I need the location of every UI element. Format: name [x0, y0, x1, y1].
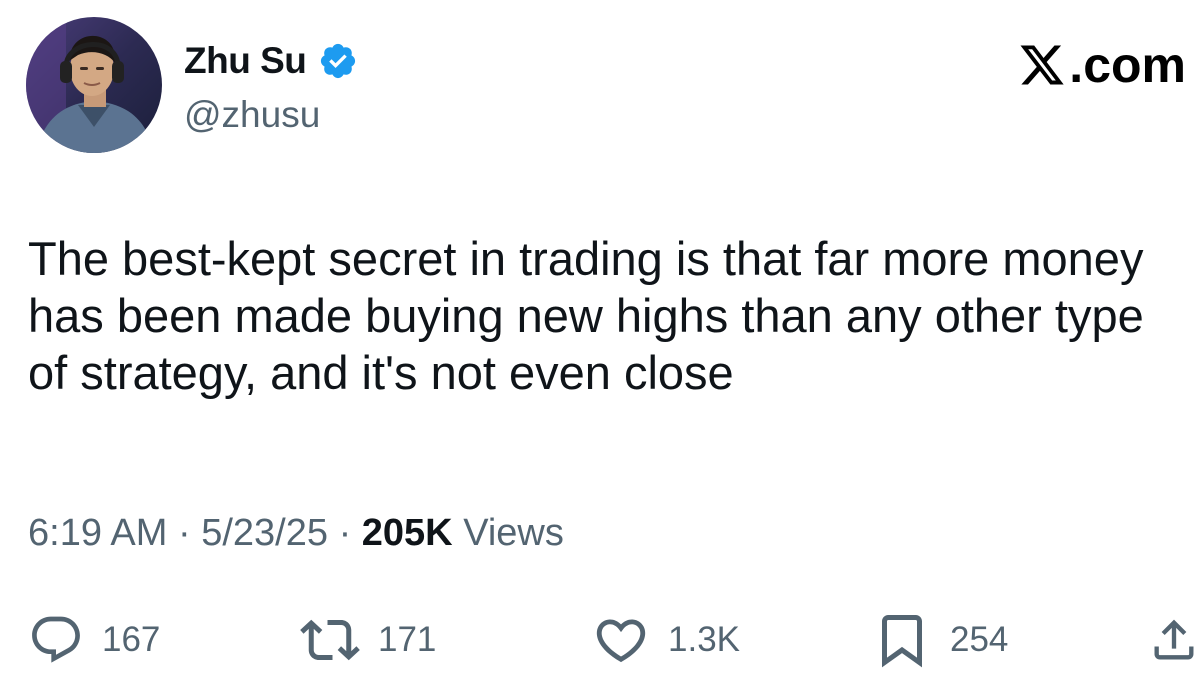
views-count: 205K — [361, 512, 453, 554]
heart-icon — [596, 619, 646, 663]
share-icon — [1154, 619, 1194, 660]
share-button[interactable] — [1148, 610, 1200, 670]
tweet-time[interactable]: 6:19 AM — [28, 512, 167, 554]
bookmark-icon — [882, 615, 922, 668]
brand-domain: .com — [1069, 37, 1186, 93]
reply-button[interactable]: 167 — [28, 610, 160, 670]
bookmark-button[interactable]: 254 — [872, 610, 1008, 670]
tweet-text: The best-kept secret in trading is that … — [28, 232, 1144, 399]
avatar[interactable] — [26, 17, 162, 153]
like-count: 1.3K — [668, 620, 740, 659]
author-name[interactable]: Zhu Su — [184, 40, 307, 82]
meta-separator: · — [177, 512, 202, 554]
author-name-row[interactable]: Zhu Su — [184, 36, 358, 86]
bookmark-count: 254 — [950, 620, 1009, 659]
brand-logo: .com — [1017, 35, 1186, 95]
like-button[interactable]: 1.3K — [592, 610, 740, 670]
repost-icon — [300, 619, 360, 661]
avatar-image — [26, 17, 162, 153]
reply-count: 167 — [102, 620, 161, 659]
tweet-meta: 6:19 AM · 5/23/25 · 205K Views — [28, 512, 564, 555]
repost-count: 171 — [378, 620, 437, 659]
tweet-date[interactable]: 5/23/25 — [201, 512, 328, 554]
verified-badge-icon — [321, 43, 356, 79]
author-handle[interactable]: @zhusu — [184, 94, 320, 136]
views-label: Views — [463, 512, 564, 554]
action-bar: 167 171 1.3K 254 — [0, 610, 1200, 670]
meta-separator: · — [338, 512, 362, 554]
x-logo-icon — [1020, 45, 1064, 85]
reply-icon — [32, 616, 80, 663]
repost-button[interactable]: 171 — [300, 610, 436, 670]
